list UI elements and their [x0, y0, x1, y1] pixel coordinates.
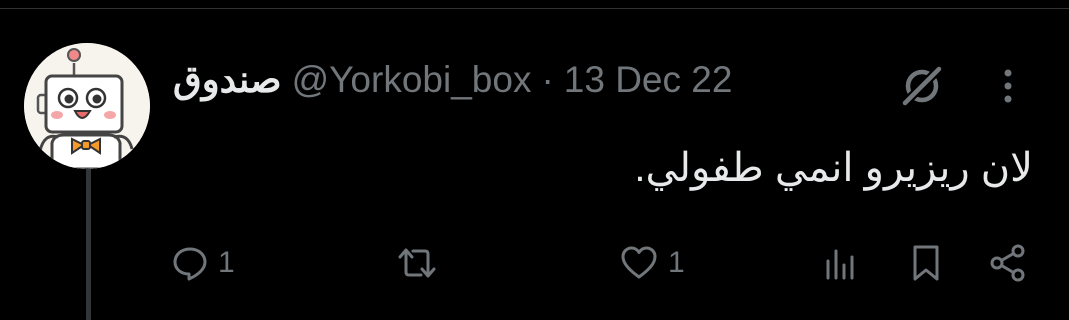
views-icon [822, 245, 858, 281]
grok-icon [901, 65, 943, 107]
grok-button[interactable] [896, 60, 948, 112]
reply-count: 1 [218, 246, 235, 279]
more-icon [1004, 69, 1012, 103]
tweet-date[interactable]: 13 Dec 22 [564, 56, 733, 104]
reply-button[interactable]: 1 [172, 238, 235, 288]
more-options-button[interactable] [984, 60, 1032, 112]
bookmark-button[interactable] [908, 238, 944, 288]
tweet-text: لان ريزيرو انمي طفولي. [634, 146, 1033, 190]
thread-connector-line [86, 160, 91, 320]
share-button[interactable] [988, 238, 1028, 288]
bookmark-icon [908, 243, 944, 283]
heart-icon [620, 245, 658, 281]
user-handle[interactable]: @Yorkobi_box [292, 56, 532, 104]
reply-icon [172, 245, 208, 281]
retweet-icon [394, 245, 440, 281]
avatar[interactable] [24, 43, 150, 169]
separator-dot: · [541, 59, 554, 100]
like-button[interactable]: 1 [620, 238, 685, 288]
tweet-header: صندوق @Yorkobi_box · 13 Dec 22 [173, 56, 732, 104]
like-count: 1 [668, 246, 685, 279]
robot-box-avatar-icon [24, 43, 150, 169]
retweet-button[interactable] [394, 238, 450, 288]
display-name[interactable]: صندوق [173, 56, 282, 104]
views-button[interactable] [822, 238, 858, 288]
top-divider [0, 8, 1069, 9]
share-icon [988, 243, 1028, 283]
